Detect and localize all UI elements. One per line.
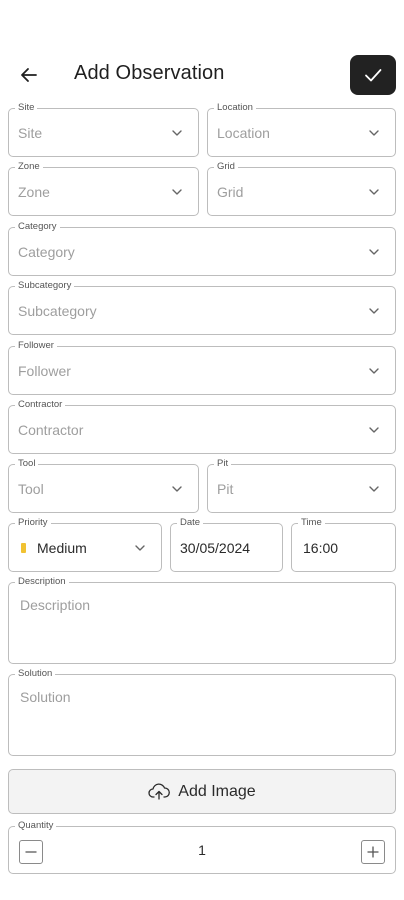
subcategory-label: Subcategory bbox=[15, 280, 75, 292]
chevron-down-icon bbox=[172, 130, 182, 136]
chevron-down-icon bbox=[135, 545, 145, 551]
category-placeholder: Category bbox=[18, 244, 75, 260]
site-placeholder: Site bbox=[18, 125, 43, 141]
contractor-placeholder: Contractor bbox=[18, 422, 84, 438]
location-placeholder: Location bbox=[217, 125, 270, 141]
pit-select[interactable]: Pit Pit bbox=[207, 458, 396, 513]
priority-label: Priority bbox=[15, 517, 51, 529]
quantity-stepper: Quantity 1 bbox=[8, 820, 396, 874]
time-label: Time bbox=[298, 517, 325, 529]
add-image-button[interactable]: Add Image bbox=[8, 769, 396, 814]
description-label: Description bbox=[15, 576, 69, 588]
contractor-select[interactable]: Contractor Contractor bbox=[8, 399, 396, 454]
solution-textarea[interactable]: Solution Solution bbox=[8, 668, 396, 756]
chevron-down-icon bbox=[172, 189, 182, 195]
follower-select[interactable]: Follower Follower bbox=[8, 340, 396, 395]
quantity-value: 1 bbox=[198, 842, 206, 858]
date-value: 30/05/2024 bbox=[180, 540, 251, 556]
chevron-down-icon bbox=[172, 486, 182, 492]
solution-placeholder: Solution bbox=[20, 689, 71, 705]
tool-label: Tool bbox=[15, 458, 39, 470]
chevron-down-icon bbox=[369, 249, 379, 255]
page-title: Add Observation bbox=[74, 62, 225, 84]
contractor-label: Contractor bbox=[15, 399, 66, 411]
chevron-down-icon bbox=[369, 189, 379, 195]
location-select[interactable]: Location Location bbox=[207, 102, 396, 157]
arrow-left-icon bbox=[21, 68, 37, 82]
pit-placeholder: Pit bbox=[217, 481, 234, 497]
plus-icon bbox=[367, 846, 379, 858]
description-placeholder: Description bbox=[20, 597, 91, 613]
chevron-down-icon bbox=[369, 427, 379, 433]
chevron-down-icon bbox=[369, 368, 379, 374]
site-label: Site bbox=[15, 102, 38, 114]
category-select[interactable]: Category Category bbox=[8, 221, 396, 276]
zone-label: Zone bbox=[15, 161, 43, 173]
category-label: Category bbox=[15, 221, 60, 233]
time-value: 16:00 bbox=[303, 540, 339, 556]
add-image-label: Add Image bbox=[178, 782, 256, 800]
grid-select[interactable]: Grid Grid bbox=[207, 161, 396, 216]
cloud-upload-icon bbox=[148, 783, 171, 800]
chevron-down-icon bbox=[369, 130, 379, 136]
grid-placeholder: Grid bbox=[217, 184, 244, 200]
time-field[interactable]: Time 16:00 bbox=[291, 517, 396, 572]
priority-indicator bbox=[21, 543, 26, 553]
priority-select[interactable]: Priority Medium bbox=[8, 517, 162, 572]
zone-select[interactable]: Zone Zone bbox=[8, 161, 199, 216]
grid-label: Grid bbox=[214, 161, 238, 173]
quantity-increment-button[interactable] bbox=[361, 840, 385, 864]
date-field[interactable]: Date 30/05/2024 bbox=[170, 517, 283, 572]
back-button[interactable] bbox=[16, 63, 42, 87]
description-textarea[interactable]: Description Description bbox=[8, 576, 396, 664]
check-icon bbox=[365, 69, 382, 82]
subcategory-select[interactable]: Subcategory Subcategory bbox=[8, 280, 396, 335]
save-button[interactable] bbox=[350, 55, 396, 95]
follower-placeholder: Follower bbox=[18, 363, 71, 379]
tool-select[interactable]: Tool Tool bbox=[8, 458, 199, 513]
solution-label: Solution bbox=[15, 668, 56, 680]
quantity-label: Quantity bbox=[15, 820, 57, 832]
location-label: Location bbox=[214, 102, 256, 114]
follower-label: Follower bbox=[15, 340, 57, 352]
subcategory-placeholder: Subcategory bbox=[18, 303, 97, 319]
site-select[interactable]: Site Site bbox=[8, 102, 199, 157]
priority-value: Medium bbox=[37, 540, 87, 556]
tool-placeholder: Tool bbox=[18, 481, 44, 497]
pit-label: Pit bbox=[214, 458, 232, 470]
chevron-down-icon bbox=[369, 308, 379, 314]
app-header: Add Observation bbox=[0, 50, 404, 100]
chevron-down-icon bbox=[369, 486, 379, 492]
zone-placeholder: Zone bbox=[18, 184, 50, 200]
date-label: Date bbox=[177, 517, 204, 529]
